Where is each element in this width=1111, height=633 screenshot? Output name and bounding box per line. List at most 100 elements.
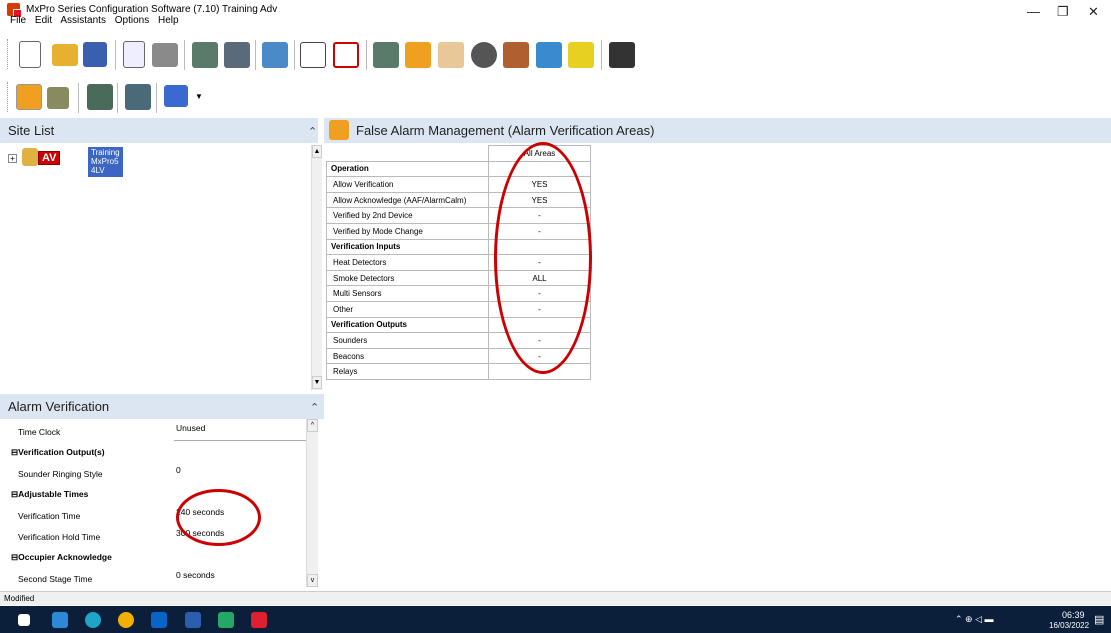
property-value[interactable]: 0 <box>176 465 181 475</box>
disable-icon[interactable] <box>333 42 359 68</box>
panel-collapse-icon[interactable]: ⌃ <box>310 401 319 414</box>
sounder-icon[interactable] <box>568 42 594 68</box>
menu-assistants[interactable]: Assistants <box>60 15 106 26</box>
property-name: Verification Time <box>18 511 81 521</box>
status-text: Modified <box>4 594 35 603</box>
grid-row-label: Sounders <box>326 332 489 349</box>
clock-icon[interactable] <box>471 42 497 68</box>
grid-row-label: Beacons <box>326 347 489 365</box>
property-name: ⊟Occupier Acknowledge <box>11 552 112 562</box>
clock-time[interactable]: 06:39 <box>1062 610 1085 620</box>
tray-icons[interactable]: ⌃ ⊕ ◁ ▬ <box>955 614 994 625</box>
menu-bar: File Edit Assistants Options Help <box>10 15 185 26</box>
property-row[interactable]: Time Clock Unused <box>8 419 305 440</box>
alarm-verification-header: Alarm Verification <box>0 394 324 419</box>
grid-row-label: Verified by 2nd Device <box>326 207 489 224</box>
configure-icon[interactable] <box>262 42 288 68</box>
grid-row-label: Smoke Detectors <box>326 269 489 287</box>
windows-start-icon[interactable] <box>18 614 30 626</box>
property-category[interactable]: ⊟Verification Output(s) <box>8 440 305 461</box>
property-row[interactable]: Verification Hold Time 300 seconds <box>8 524 305 545</box>
property-name: ⊟Adjustable Times <box>11 489 89 499</box>
menu-options[interactable]: Options <box>115 15 149 26</box>
sounder-groups-icon[interactable] <box>536 42 562 68</box>
connect-icon[interactable] <box>609 42 635 68</box>
status-bar: Modified <box>0 591 1111 605</box>
site-list-scrollbar[interactable]: ▲ ▼ <box>311 145 322 390</box>
grid-row-label: Operation <box>326 160 489 178</box>
print-icon[interactable] <box>152 43 178 67</box>
false-alarm-mgmt-icon[interactable] <box>16 84 42 110</box>
site-node[interactable]: Training MxPro5 4LV <box>88 147 123 177</box>
add-site-icon[interactable] <box>87 84 113 110</box>
property-row[interactable]: Sounder Ringing Style 0 <box>8 461 305 482</box>
value-edit-underline <box>174 440 310 441</box>
property-name: Verification Hold Time <box>18 532 101 542</box>
scroll-up-button[interactable]: ^ <box>307 419 318 432</box>
property-name: Sounder Ringing Style <box>18 469 103 479</box>
property-value[interactable]: 0 seconds <box>176 570 215 580</box>
property-value[interactable]: Unused <box>176 423 205 433</box>
grid-row-label: Multi Sensors <box>326 285 489 302</box>
menu-file[interactable]: File <box>10 15 26 26</box>
menu-edit[interactable]: Edit <box>35 15 52 26</box>
property-row[interactable]: Second Stage Time 0 seconds <box>8 566 305 587</box>
new-file-icon[interactable] <box>19 41 41 68</box>
hourglass-icon[interactable] <box>47 87 69 109</box>
menu-help[interactable]: Help <box>158 15 179 26</box>
grid-row-label: Verification Inputs <box>326 238 489 256</box>
add-panel-icon[interactable] <box>192 42 218 68</box>
open-folder-icon[interactable] <box>52 44 78 66</box>
site-node-name: Training <box>91 148 120 157</box>
main-header: False Alarm Management (Alarm Verificati… <box>324 118 1111 143</box>
property-name: Second Stage Time <box>18 574 93 584</box>
save-icon[interactable] <box>83 42 107 67</box>
property-scrollbar[interactable]: ^ v <box>306 419 318 587</box>
grid-row-label: Allow Verification <box>326 176 489 193</box>
tree-expander[interactable]: + <box>8 154 17 163</box>
outlook-icon[interactable] <box>151 612 167 628</box>
mxpro-taskbar-icon[interactable] <box>251 612 267 628</box>
word-icon[interactable] <box>185 612 201 628</box>
scroll-down-button[interactable]: ▼ <box>312 376 322 389</box>
logic-icon[interactable] <box>503 42 529 68</box>
site-list-title: Site List <box>8 123 55 138</box>
grid-row-label: Verified by Mode Change <box>326 222 489 240</box>
site-settings-icon[interactable] <box>125 84 151 110</box>
collapse-chevron-icon[interactable]: ⌃ <box>308 125 317 138</box>
site-list-header: Site List <box>0 118 318 143</box>
users-icon[interactable] <box>438 42 464 68</box>
remove-panel-icon[interactable] <box>224 42 250 68</box>
layout-icon[interactable] <box>300 42 326 68</box>
chevron-down-icon[interactable]: ▼ <box>195 92 203 101</box>
close-button[interactable]: ✕ <box>1088 4 1099 20</box>
restore-button[interactable]: ❐ <box>1057 4 1069 20</box>
file-explorer-icon[interactable] <box>52 612 68 628</box>
property-category[interactable]: ⊟Occupier Acknowledge <box>8 545 305 566</box>
scroll-up-button[interactable]: ▲ <box>312 145 322 158</box>
grid-row-label: Relays <box>326 363 489 380</box>
minimize-button[interactable]: — <box>1027 4 1040 19</box>
print-preview-icon[interactable] <box>123 41 145 68</box>
spreadsheet-icon[interactable] <box>218 612 234 628</box>
property-category[interactable]: ⊟Adjustable Times <box>8 482 305 503</box>
false-alarm-icon[interactable] <box>405 42 431 68</box>
panel-devices-icon[interactable] <box>373 42 399 68</box>
chrome-icon[interactable] <box>118 612 134 628</box>
window-title: MxPro Series Configuration Software (7.1… <box>26 4 278 15</box>
taskbar: ⌃ ⊕ ◁ ▬ 06:39 16/03/2022 ▤ <box>0 606 1111 633</box>
main-toolbar <box>0 34 1111 74</box>
notifications-icon[interactable]: ▤ <box>1094 613 1104 626</box>
false-alarm-header-icon <box>329 120 349 140</box>
scroll-down-button[interactable]: v <box>307 574 318 587</box>
property-name: Time Clock <box>18 427 61 437</box>
site-folder-icon <box>22 148 38 166</box>
grid-row-label: Allow Acknowledge (AAF/AlarmCalm) <box>326 191 489 209</box>
grid-row-label: Other <box>326 300 489 318</box>
annotation-circle-times <box>176 489 261 546</box>
property-name: ⊟Verification Output(s) <box>11 447 105 457</box>
site-node-panel: MxPro5 4LV <box>91 157 119 175</box>
clock-date[interactable]: 16/03/2022 <box>1049 621 1089 630</box>
grid-view-icon[interactable] <box>164 85 188 107</box>
edge-icon[interactable] <box>85 612 101 628</box>
